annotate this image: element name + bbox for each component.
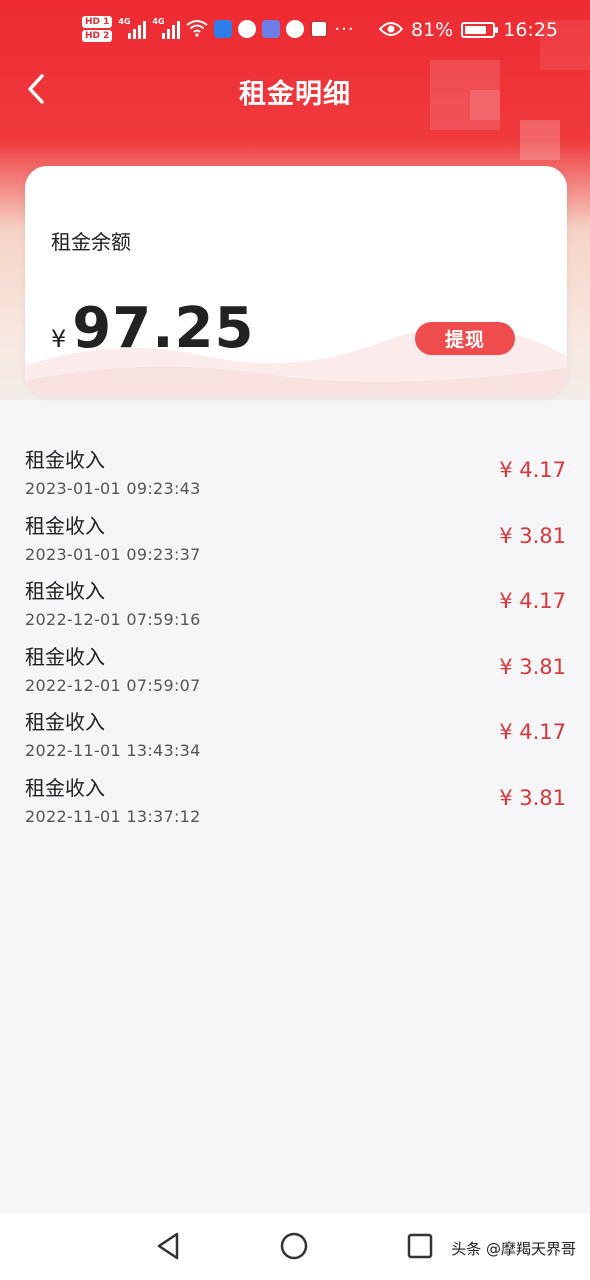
balance-card: 租金余额 ¥ 97.25 提现 xyxy=(25,166,567,396)
sim-indicators: HD 1 HD 2 xyxy=(82,16,113,42)
battery-icon xyxy=(461,22,499,38)
list-item[interactable]: 租金收入 2022-11-01 13:43:34 ¥ 4.17 xyxy=(0,698,590,764)
wifi-icon xyxy=(186,19,209,40)
nav-recent-button[interactable] xyxy=(407,1233,433,1259)
transaction-time: 2022-11-01 13:43:34 xyxy=(25,741,201,761)
transaction-amount: ¥ 4.17 xyxy=(499,458,566,482)
list-item[interactable]: 租金收入 2022-12-01 07:59:07 ¥ 3.81 xyxy=(0,633,590,699)
transaction-title: 租金收入 xyxy=(25,448,105,472)
list-item[interactable]: 租金收入 2023-01-01 09:23:43 ¥ 4.17 xyxy=(0,436,590,502)
clock: 16:25 xyxy=(503,19,558,41)
battery-percent: 81% xyxy=(411,19,454,41)
transaction-title: 租金收入 xyxy=(25,775,105,800)
recent-square-icon xyxy=(407,1233,433,1259)
music-app-icon xyxy=(262,20,281,38)
transaction-time: 2022-12-01 07:59:16 xyxy=(25,610,201,630)
currency-symbol: ¥ xyxy=(51,325,67,353)
balance-value: 97.25 xyxy=(72,296,255,361)
list-item[interactable]: 租金收入 2022-11-01 13:37:12 ¥ 3.81 xyxy=(0,764,590,830)
system-nav-bar: 头条 @摩羯天界哥 xyxy=(0,1214,590,1280)
transaction-title: 租金收入 xyxy=(25,710,105,735)
more-notifications-indicator: ··· xyxy=(334,18,355,40)
header-decoration xyxy=(520,120,560,160)
signal-2-icon: 4G xyxy=(152,17,181,39)
list-item[interactable]: 租金收入 2022-12-01 07:59:16 ¥ 4.17 xyxy=(0,567,590,633)
signal-1-icon: 4G xyxy=(118,17,147,39)
home-circle-icon xyxy=(280,1232,308,1260)
withdraw-button[interactable]: 提现 xyxy=(415,322,515,355)
sim1-badge: HD 1 xyxy=(82,16,113,28)
network-type-2: 4G xyxy=(152,17,165,26)
transaction-title: 租金收入 xyxy=(25,513,105,538)
watermark: 头条 @摩羯天界哥 xyxy=(451,1240,576,1258)
news-app-icon xyxy=(310,20,329,38)
eye-icon xyxy=(378,18,404,42)
transaction-list: 租金收入 2023-01-01 09:23:43 ¥ 4.17 租金收入 202… xyxy=(0,436,590,830)
transaction-time: 2022-11-01 13:37:12 xyxy=(25,806,201,826)
status-right: 81% 16:25 xyxy=(378,18,558,42)
balance-label: 租金余额 xyxy=(51,230,131,254)
transaction-amount: ¥ 3.81 xyxy=(499,654,566,679)
balance-amount: ¥ 97.25 xyxy=(51,296,254,361)
network-type-1: 4G xyxy=(118,17,131,26)
transaction-amount: ¥ 4.17 xyxy=(499,589,566,614)
transaction-time: 2023-01-01 09:23:43 xyxy=(25,479,201,498)
heart-app-icon xyxy=(238,20,257,38)
status-left: HD 1 HD 2 4G 4G ··· xyxy=(82,16,355,42)
transaction-time: 2023-01-01 09:23:37 xyxy=(25,544,201,564)
page-title: 租金明细 xyxy=(239,79,351,110)
battery-level xyxy=(465,26,487,34)
transaction-title: 租金收入 xyxy=(25,644,105,669)
list-item[interactable]: 租金收入 2023-01-01 09:23:37 ¥ 3.81 xyxy=(0,502,590,568)
status-bar: HD 1 HD 2 4G 4G ··· 81% 16:25 xyxy=(0,14,590,58)
nav-home-button[interactable] xyxy=(280,1232,308,1260)
transaction-amount: ¥ 3.81 xyxy=(499,523,566,548)
sim2-badge: HD 2 xyxy=(82,30,113,42)
transaction-title: 租金收入 xyxy=(25,579,105,604)
transaction-time: 2022-12-01 07:59:07 xyxy=(25,675,201,695)
back-triangle-icon xyxy=(157,1232,179,1260)
shield-app-icon xyxy=(214,20,233,38)
transaction-amount: ¥ 4.17 xyxy=(499,720,566,745)
heart-app-icon xyxy=(286,20,305,38)
nav-back-button[interactable] xyxy=(153,1230,183,1262)
transaction-amount: ¥ 3.81 xyxy=(499,785,566,810)
